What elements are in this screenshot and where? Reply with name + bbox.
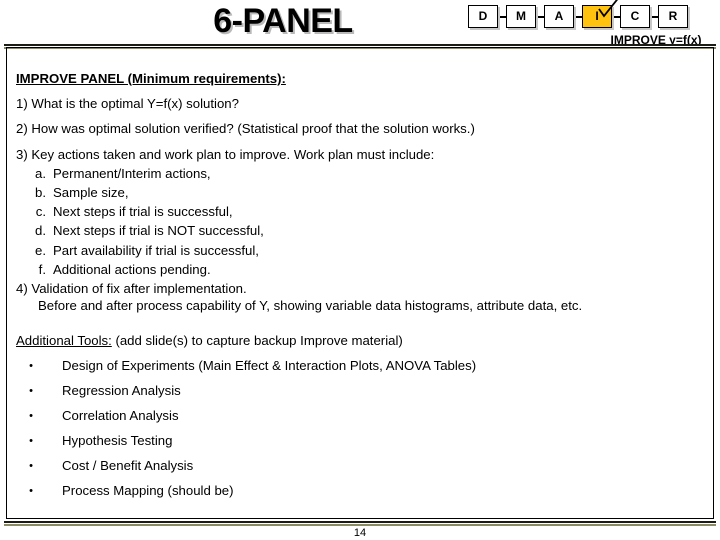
sub-item-text: Next steps if trial is NOT successful,	[53, 223, 264, 239]
checkmark-icon	[598, 0, 618, 18]
bullet-icon: •	[29, 459, 33, 472]
list-item: d. Next steps if trial is NOT successful…	[16, 224, 706, 237]
dmaic-roadmap: D M A I C R	[468, 0, 688, 28]
sub-item-text: Part availability if trial is successful…	[53, 242, 259, 258]
list-item: a. Permanent/Interim actions,	[16, 167, 706, 180]
sub-item-text: Next steps if trial is successful,	[53, 204, 233, 220]
requirement-item-3: 3) Key actions taken and work plan to im…	[16, 146, 435, 162]
tool-label: Design of Experiments (Main Effect & Int…	[62, 357, 477, 373]
requirement-item-2: 2) How was optimal solution verified? (S…	[16, 121, 475, 137]
slide-body: IMPROVE PANEL (Minimum requirements): 1)…	[16, 72, 706, 509]
page-title: 6-PANEL	[213, 2, 353, 40]
workplan-sub-items: a. Permanent/Interim actions, b. Sample …	[16, 167, 706, 276]
sub-item-text: Additional actions pending.	[53, 261, 211, 277]
tool-label: Cost / Benefit Analysis	[62, 457, 194, 473]
roadmap-connector	[536, 15, 544, 18]
tool-label: Hypothesis Testing	[62, 432, 173, 448]
list-item: • Design of Experiments (Main Effect & I…	[16, 357, 706, 373]
list-item: e. Part availability if trial is success…	[16, 242, 706, 258]
sub-item-text: Permanent/Interim actions,	[53, 165, 211, 181]
sub-item-marker: f.	[38, 261, 46, 277]
sub-item-marker: d.	[35, 223, 46, 239]
list-item: • Hypothesis Testing	[16, 432, 706, 448]
requirement-item-4: 4) Validation of fix after implementatio…	[16, 281, 247, 297]
sub-item-marker: a.	[35, 165, 46, 181]
slide: 6-PANEL D M A I C R IMPROVE y=f(x) IMPRO…	[0, 0, 720, 540]
roadmap-step-i[interactable]: I	[582, 0, 618, 28]
list-item: • Regression Analysis	[16, 382, 706, 398]
list-item: • Process Mapping (should be)	[16, 482, 706, 498]
roadmap-step-a[interactable]: A	[544, 5, 574, 28]
roadmap-step-i-label: I	[595, 9, 599, 23]
bullet-icon: •	[29, 384, 33, 397]
roadmap-connector	[498, 15, 506, 18]
roadmap-step-r[interactable]: R	[658, 5, 688, 28]
section-heading: IMPROVE PANEL (Minimum requirements):	[16, 71, 286, 86]
additional-tools-note: (add slide(s) to capture backup Improve …	[111, 333, 403, 349]
slide-header: 6-PANEL D M A I C R IMPROVE y=f(x)	[0, 0, 720, 47]
footer-divider	[4, 521, 716, 526]
sub-item-marker: b.	[35, 185, 46, 201]
requirement-item-4-continuation: Before and after process capability of Y…	[38, 298, 583, 314]
list-item: b. Sample size,	[16, 186, 706, 199]
tool-label: Process Mapping (should be)	[62, 482, 234, 498]
bullet-icon: •	[29, 409, 33, 422]
header-divider	[4, 44, 716, 49]
sub-item-marker: c.	[35, 204, 46, 220]
list-item: • Cost / Benefit Analysis	[16, 457, 706, 473]
list-item: • Correlation Analysis	[16, 407, 706, 423]
page-number: 14	[353, 527, 367, 539]
sub-item-text: Sample size,	[53, 185, 129, 201]
bullet-icon: •	[29, 484, 33, 497]
roadmap-step-c[interactable]: C	[620, 5, 650, 28]
list-item: c. Next steps if trial is successful,	[16, 205, 706, 218]
additional-tools-list: • Design of Experiments (Main Effect & I…	[16, 357, 706, 498]
bullet-icon: •	[29, 359, 33, 372]
additional-tools-heading: Additional Tools: (add slide(s) to captu…	[16, 334, 706, 347]
roadmap-connector	[650, 15, 658, 18]
bullet-icon: •	[29, 434, 33, 447]
roadmap-connector	[612, 15, 620, 18]
roadmap-connector	[574, 15, 582, 18]
tool-label: Regression Analysis	[62, 382, 181, 398]
list-item: f. Additional actions pending.	[16, 263, 706, 276]
tool-label: Correlation Analysis	[62, 407, 179, 423]
additional-tools-label: Additional Tools:	[16, 333, 112, 349]
sub-item-marker: e.	[35, 242, 46, 258]
roadmap-step-d[interactable]: D	[468, 5, 498, 28]
roadmap-step-m[interactable]: M	[506, 5, 536, 28]
requirement-item-1: 1) What is the optimal Y=f(x) solution?	[16, 96, 239, 112]
